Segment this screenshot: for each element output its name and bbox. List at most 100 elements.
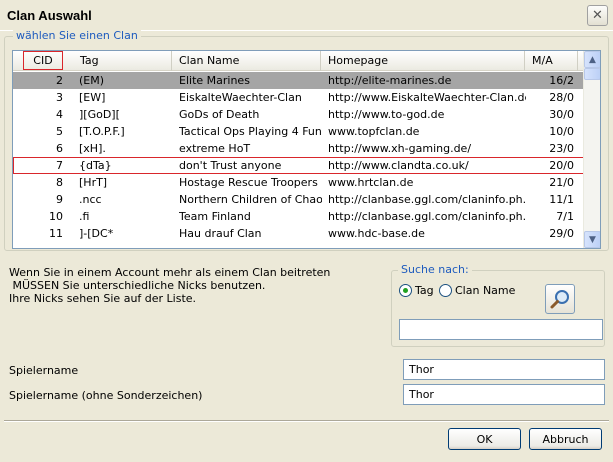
cell-cid: 5 [56,125,63,138]
table-row[interactable]: 2 (EM) Elite Marines http://elite-marines.d… [13,72,584,89]
column-header-tag[interactable]: Tag [74,51,172,71]
cell-cid: 3 [56,91,63,104]
info-line: Wenn Sie in einem Account mehr als einem… [9,266,331,279]
close-icon: ✕ [592,8,603,23]
divider [4,420,609,422]
cell-tag: {dTa} [79,159,112,172]
cell-ma: 7/1 [556,210,574,223]
playername-plain-input[interactable]: Thor [403,384,605,405]
playername-label: Spielername [9,364,79,377]
cell-homepage: www.hrtclan.de [328,176,414,189]
column-header-ma[interactable]: M/A [526,51,578,71]
cell-homepage: http://www.clandta.co.uk/ [328,159,469,172]
cell-tag: (EM) [79,74,105,87]
cell-homepage: http://clanbase.ggl.com/claninfo.ph... [328,193,526,206]
ok-button[interactable]: OK [448,428,521,450]
cell-clan-name: EiskalteWaechter-Clan [179,91,302,104]
search-group: Suche nach: Tag Clan Name [391,263,605,347]
column-header-cid[interactable]: CID [23,51,63,70]
cell-tag: [EW] [79,91,106,104]
search-group-legend: Suche nach: [398,263,472,276]
info-text: Wenn Sie in einem Account mehr als einem… [9,266,330,305]
table-row[interactable]: 11 ]-[DC* Hau drauf Clan www.hdc-base.de 29/… [13,225,584,242]
cell-clan-name: Tactical Ops Playing 4 Fun [179,125,322,138]
cancel-button[interactable]: Abbruch [529,428,602,450]
clan-group-legend: wählen Sie einen Clan [13,29,141,42]
table-row[interactable]: 8 [HrT] Hostage Rescue Troopers www.hrtclan… [13,174,584,191]
radio-clan-name[interactable]: Clan Name [439,284,515,297]
radio-tag-label: Tag [415,284,434,297]
cell-cid: 9 [56,193,63,206]
table-row[interactable]: 4 ][GoD][ GoDs of Death http://www.to-god.d… [13,106,584,123]
scroll-up-button[interactable]: ▲ [584,51,600,68]
cell-ma: 11/1 [549,193,574,206]
playername-plain-label: Spielername (ohne Sonderzeichen) [9,389,203,402]
cell-cid: 7 [56,159,63,172]
column-header-clan-name[interactable]: Clan Name [173,51,321,71]
cell-tag: ][GoD][ [79,108,120,121]
cell-clan-name: don't Trust anyone [179,159,282,172]
cell-homepage: http://www.EiskalteWaechter-Clan.de [328,91,526,104]
search-button[interactable] [545,284,575,314]
cell-cid: 8 [56,176,63,189]
window-title: Clan Auswahl [7,8,92,23]
cell-clan-name: Northern Children of Chaos [179,193,322,206]
cell-tag: .fi [79,210,90,223]
cell-homepage: http://www.to-god.de [328,108,445,121]
clan-list[interactable]: CID Tag Clan Name Homepage M/A 2 (EM) Elit… [12,50,601,249]
cell-ma: 23/0 [549,142,574,155]
cell-cid: 6 [56,142,63,155]
cell-clan-name: Hau drauf Clan [179,227,262,240]
cell-homepage: http://elite-marines.de [328,74,452,87]
cell-tag: ]-[DC* [79,227,114,240]
cell-homepage: www.topfclan.de [328,125,420,138]
table-row[interactable]: 5 [T.O.P.F.] Tactical Ops Playing 4 Fun www… [13,123,584,140]
scroll-thumb[interactable] [584,68,600,80]
table-row[interactable]: 6 [xH]. extreme HoT http://www.xh-gaming.de… [13,140,584,157]
table-row[interactable]: 10 .fi Team Finland http://clanbase.ggl.com… [13,208,584,225]
cell-tag: [xH]. [79,142,106,155]
vertical-scrollbar[interactable]: ▲ ▼ [583,51,600,248]
cell-ma: 10/0 [549,125,574,138]
cell-homepage: www.hdc-base.de [328,227,425,240]
radio-clan-name-indicator[interactable] [439,284,452,297]
search-input[interactable] [399,319,603,340]
cell-cid: 2 [56,74,63,87]
cell-cid: 10 [49,210,63,223]
cell-homepage: http://www.xh-gaming.de/ [328,142,472,155]
cell-ma: 20/0 [549,159,574,172]
cell-clan-name: Hostage Rescue Troopers [179,176,318,189]
radio-tag-indicator[interactable] [399,284,412,297]
radio-clan-name-label: Clan Name [455,284,516,297]
table-row[interactable]: 3 [EW] EiskalteWaechter-Clan http://www.Eis… [13,89,584,106]
table-row[interactable]: 7 {dTa} don't Trust anyone http://www.cland… [13,157,584,174]
chevron-down-icon: ▼ [589,234,596,245]
magnifier-icon [550,290,569,309]
info-line: MÜSSEN Sie unterschiedliche Nicks benutz… [9,279,266,292]
cell-tag: .ncc [79,193,102,206]
cell-ma: 16/2 [549,74,574,87]
cell-tag: [HrT] [79,176,108,189]
cell-homepage: http://clanbase.ggl.com/claninfo.ph... [328,210,526,223]
cell-clan-name: Elite Marines [179,74,250,87]
cell-tag: [T.O.P.F.] [79,125,125,138]
cell-clan-name: GoDs of Death [179,108,260,121]
cell-clan-name: extreme HoT [179,142,251,155]
column-header-homepage[interactable]: Homepage [322,51,525,71]
scroll-down-button[interactable]: ▼ [584,231,600,248]
list-header: CID Tag Clan Name Homepage M/A [13,51,584,71]
info-line: Ihre Nicks sehen Sie auf der Liste. [9,292,197,305]
cell-clan-name: Team Finland [179,210,251,223]
cell-ma: 30/0 [549,108,574,121]
radio-tag[interactable]: Tag [399,284,434,297]
close-button[interactable]: ✕ [587,5,608,26]
cell-ma: 28/0 [549,91,574,104]
cell-cid: 4 [56,108,63,121]
table-row[interactable]: 9 .ncc Northern Children of Chaos http://cl… [13,191,584,208]
cell-ma: 29/0 [549,227,574,240]
cell-ma: 21/0 [549,176,574,189]
playername-input[interactable]: Thor [403,359,605,380]
cell-cid: 11 [49,227,63,240]
chevron-up-icon: ▲ [589,54,596,65]
title-bar: Clan Auswahl ✕ [0,0,613,31]
